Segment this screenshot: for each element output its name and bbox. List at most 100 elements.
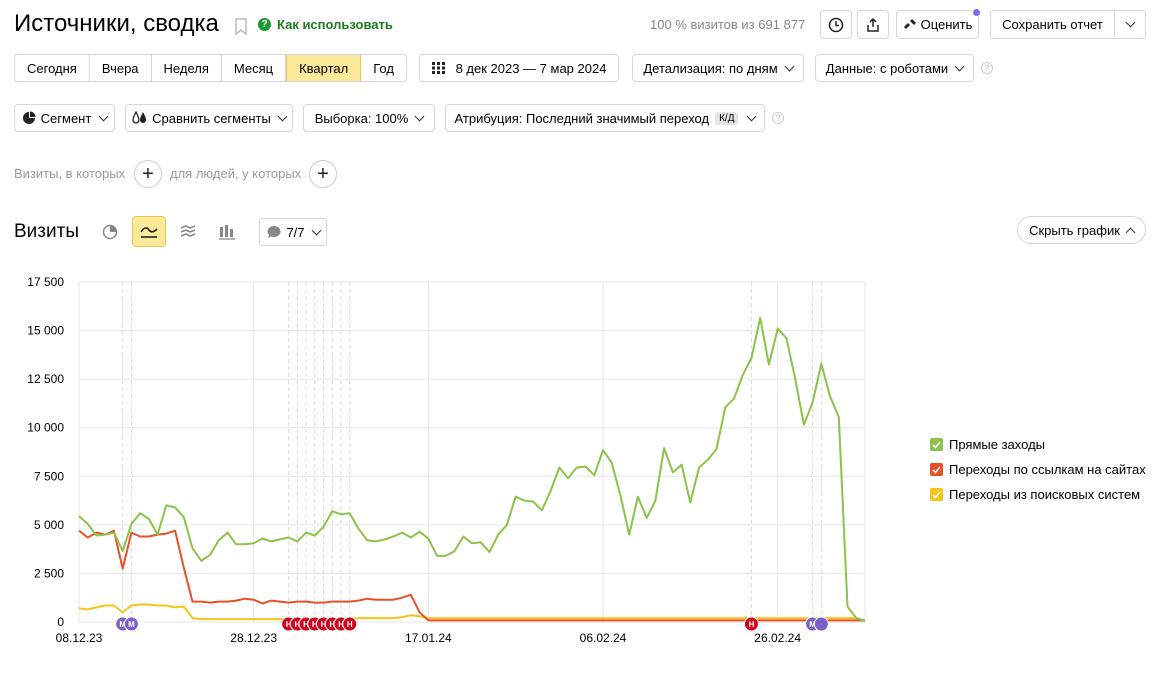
plot-frame: [78, 281, 866, 623]
line-chart-view-button[interactable]: [132, 216, 166, 247]
save-options-dropdown[interactable]: [1114, 10, 1146, 39]
visits-filter-label: Визиты, в которых: [14, 166, 126, 181]
share-icon: [867, 17, 879, 32]
export-button[interactable]: [857, 10, 889, 39]
y-tick-label: 15 000: [27, 324, 64, 338]
visits-sample-info: 100 % визитов из 691 877: [650, 17, 806, 32]
history-button[interactable]: [820, 10, 852, 39]
people-filter-label: для людей, у которых: [170, 166, 302, 181]
legend-label: Переходы из поисковых систем: [949, 487, 1141, 502]
attribution-badge: К/Д: [715, 111, 739, 125]
attribution-help-icon[interactable]: ?: [772, 112, 784, 124]
chevron-down-icon: [414, 111, 425, 121]
pie-segment-icon: [22, 111, 36, 124]
x-tick-label: 28.12.23: [230, 631, 277, 645]
x-tick-label: 08.12.23: [56, 631, 103, 645]
annotation-marker-label: М: [128, 620, 135, 629]
data-help-icon[interactable]: ?: [981, 62, 993, 74]
save-report-button[interactable]: Сохранить отчет: [990, 10, 1115, 39]
chart-legend: Прямые заходы Переходы по ссылкам на сай…: [930, 432, 1146, 507]
calendar-icon: [431, 62, 445, 74]
chevron-down-icon: [747, 111, 757, 121]
chevron-down-icon: [311, 225, 321, 235]
bookmark-icon[interactable]: [234, 18, 248, 35]
y-tick-label: 10 000: [27, 421, 64, 435]
rate-label: Оценить: [920, 17, 973, 32]
x-tick-label: 26.02.24: [754, 631, 801, 645]
y-tick-label: 7 500: [34, 469, 64, 483]
tab-month[interactable]: Месяц: [221, 55, 287, 81]
period-tabs: Сегодня Вчера Неделя Месяц Квартал Год: [14, 54, 407, 82]
help-icon: ?: [258, 18, 271, 31]
page-title: Источники, сводка: [14, 10, 219, 37]
annotations-dropdown[interactable]: 7/7: [259, 218, 327, 246]
checkbox-checked-icon[interactable]: [930, 438, 943, 451]
x-tick-label: 06.02.24: [580, 631, 627, 645]
detail-label: Детализация: по дням: [643, 60, 778, 76]
legend-label: Прямые заходы: [949, 437, 1046, 452]
annotation-marker-label: Н: [347, 620, 353, 629]
rate-button[interactable]: Оценить: [896, 8, 981, 39]
chevron-up-icon: [1125, 227, 1136, 237]
notification-dot: [972, 8, 981, 17]
line-chart-icon: [140, 226, 158, 238]
hide-chart-button[interactable]: Скрыть график: [1017, 216, 1146, 244]
clock-icon: [828, 17, 844, 32]
pie-chart-icon: [102, 224, 118, 239]
y-tick-label: 12 500: [27, 372, 64, 386]
compare-segments-dropdown[interactable]: Сравнить сегменты: [125, 104, 293, 132]
drops-icon: [132, 111, 147, 124]
comment-icon: [267, 226, 281, 238]
rate-icon: [903, 18, 916, 29]
how-to-use-label: Как использовать: [277, 17, 393, 32]
chevron-down-icon: [1125, 17, 1135, 28]
annotation-marker: [813, 616, 829, 632]
plus-icon: +: [142, 163, 154, 185]
y-tick-label: 0: [57, 615, 64, 629]
legend-label: Переходы по ссылкам на сайтах: [949, 462, 1146, 477]
segment-dropdown[interactable]: Сегмент: [14, 104, 115, 132]
data-dropdown[interactable]: Данные: с роботами: [815, 54, 974, 82]
tab-week[interactable]: Неделя: [151, 55, 222, 81]
chevron-down-icon: [277, 111, 288, 121]
legend-item-direct[interactable]: Прямые заходы: [930, 432, 1146, 457]
chevron-down-icon: [784, 61, 795, 71]
detail-dropdown[interactable]: Детализация: по дням: [632, 54, 804, 82]
pie-chart-view-button[interactable]: [93, 216, 127, 247]
legend-item-links[interactable]: Переходы по ссылкам на сайтах: [930, 457, 1146, 482]
sample-label: Выборка: 100%: [314, 110, 409, 126]
date-range-label: 8 дек 2023 — 7 мар 2024: [455, 60, 607, 76]
annotations-count: 7/7: [286, 224, 305, 240]
visits-line-chart[interactable]: 0 2 500 5 000 7 500 10 000 12 500 15 000 17 500…: [0, 270, 920, 650]
tab-year[interactable]: Год: [361, 55, 406, 81]
data-label: Данные: с роботами: [825, 60, 949, 76]
tab-today[interactable]: Сегодня: [15, 55, 90, 81]
attribution-label: Атрибуция: Последний значимый переход: [454, 110, 710, 126]
chevron-down-icon: [954, 61, 965, 71]
y-tick-label: 2 500: [34, 566, 64, 580]
bar-chart-icon: [219, 224, 235, 240]
compare-segments-label: Сравнить сегменты: [152, 110, 271, 126]
area-chart-view-button[interactable]: [171, 216, 205, 247]
add-visits-filter-button[interactable]: +: [134, 160, 162, 188]
chevron-down-icon: [98, 111, 109, 121]
y-tick-label: 5 000: [34, 518, 64, 532]
tab-quarter[interactable]: Квартал: [286, 55, 362, 81]
add-people-filter-button[interactable]: +: [309, 160, 337, 188]
x-tick-label: 17.01.24: [405, 631, 452, 645]
plus-icon: +: [317, 163, 329, 185]
chart-section-title: Визиты: [14, 221, 79, 242]
annotation-marker-label: Н: [749, 620, 755, 629]
how-to-use-link[interactable]: ? Как использовать: [258, 17, 393, 32]
bar-chart-view-button[interactable]: [210, 216, 244, 247]
tab-yesterday[interactable]: Вчера: [89, 55, 152, 81]
sample-dropdown[interactable]: Выборка: 100%: [303, 104, 435, 132]
attribution-dropdown[interactable]: Атрибуция: Последний значимый переход К/…: [445, 104, 765, 132]
checkbox-checked-icon[interactable]: [930, 463, 943, 476]
date-range-picker[interactable]: 8 дек 2023 — 7 мар 2024: [419, 54, 619, 82]
area-chart-icon: [180, 224, 196, 237]
checkbox-checked-icon[interactable]: [930, 488, 943, 501]
segment-label: Сегмент: [40, 110, 92, 126]
legend-item-search[interactable]: Переходы из поисковых систем: [930, 482, 1146, 507]
hide-chart-label: Скрыть график: [1029, 222, 1120, 238]
